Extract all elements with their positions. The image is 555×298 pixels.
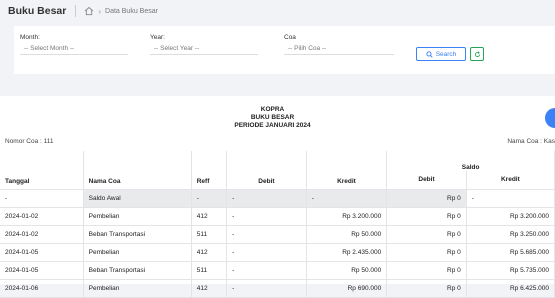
cell-nama-coa: Pembelian — [83, 279, 192, 298]
cell-nama-coa: Beban Transportasi — [83, 225, 192, 244]
cell-nama-coa: Saldo Awal — [83, 189, 192, 208]
cell-saldo-kredit: Rp 6.425.000 — [466, 279, 555, 298]
cell-reff: 412 — [191, 207, 228, 226]
refresh-icon — [474, 50, 480, 57]
cell-debit: - — [226, 225, 307, 244]
cell-nama-coa: Pembelian — [83, 207, 192, 226]
cell-debit: - — [226, 261, 307, 280]
cell-saldo-debit: Rp 0 — [386, 261, 467, 280]
cell-kredit: Rp 690.000 — [306, 279, 388, 298]
cell-kredit: Rp 50.000 — [306, 225, 388, 244]
report-period: PERIODE JANUARI 2024 — [234, 122, 311, 129]
breadcrumb-divider — [75, 5, 77, 17]
cell-kredit: Rp 3.200.000 — [306, 207, 388, 226]
report-title: BUKU BESAR — [250, 114, 295, 121]
filter-panel: Month: -- Select Month -- Year: -- Selec… — [14, 26, 555, 74]
table-row: 2024-01-06 Pembelian 412 - Rp 690.000 Rp… — [0, 279, 555, 298]
cell-debit: - — [226, 243, 307, 262]
coa-name: Nama Coa : Kas — [507, 138, 555, 145]
column-header: Kredit — [306, 151, 388, 190]
table-row: - Saldo Awal - - - Rp 0 - — [0, 189, 555, 208]
cell-kredit: Rp 2.435.000 — [306, 243, 388, 262]
coa-number: Nomor Coa : 111 — [5, 138, 54, 145]
cell-kredit: - — [306, 189, 388, 208]
company-name: KOPRA — [260, 106, 285, 113]
chevron-right-icon: › — [98, 6, 102, 16]
month-label: Month: — [20, 34, 40, 41]
year-select[interactable]: -- Select Year -- — [150, 43, 258, 55]
cell-tanggal: - — [0, 189, 84, 208]
cell-debit: - — [226, 279, 307, 298]
saldo-header: Saldo — [386, 151, 555, 171]
table-row: 2024-01-02 Beban Transportasi 511 - Rp 5… — [0, 225, 555, 244]
column-header: Nama Coa — [83, 151, 192, 190]
page-title: Buku Besar — [8, 5, 67, 17]
cell-saldo-kredit: - — [466, 189, 555, 208]
cell-tanggal: 2024-01-02 — [0, 225, 84, 244]
cell-nama-coa: Pembelian — [83, 243, 192, 262]
month-select[interactable]: -- Select Month -- — [20, 43, 128, 55]
coa-select[interactable]: -- Pilih Coa -- — [284, 43, 394, 55]
floating-action-button[interactable] — [545, 108, 555, 128]
coa-label: Coa — [284, 34, 296, 41]
cell-debit: - — [226, 207, 307, 226]
cell-nama-coa: Beban Transportasi — [83, 261, 192, 280]
cell-saldo-kredit: Rp 3.250.000 — [466, 225, 555, 244]
home-icon[interactable] — [84, 6, 94, 16]
column-header: Kredit — [466, 171, 555, 190]
ledger-table: Tanggal Nama Coa Reff Debit Kredit Saldo… — [0, 151, 555, 298]
cell-tanggal: 2024-01-05 — [0, 243, 84, 262]
cell-saldo-kredit: Rp 5.735.000 — [466, 261, 555, 280]
cell-tanggal: 2024-01-06 — [0, 279, 84, 298]
cell-reff: 412 — [191, 279, 228, 298]
ledger-report: KOPRA BUKU BESAR PERIODE JANUARI 2024 No… — [0, 96, 555, 298]
cell-saldo-debit: Rp 0 — [386, 279, 467, 298]
cell-tanggal: 2024-01-05 — [0, 261, 84, 280]
search-button[interactable]: Search — [416, 47, 466, 61]
cell-saldo-debit: Rp 0 — [386, 189, 467, 208]
cell-tanggal: 2024-01-02 — [0, 207, 84, 226]
cell-debit: - — [226, 189, 307, 208]
cell-kredit: Rp 50.000 — [306, 261, 388, 280]
cell-reff: 511 — [191, 261, 228, 280]
search-icon — [426, 50, 433, 58]
column-header: Debit — [226, 151, 307, 190]
table-row: 2024-01-05 Beban Transportasi 511 - Rp 5… — [0, 261, 555, 280]
cell-saldo-debit: Rp 0 — [386, 243, 467, 262]
year-label: Year: — [150, 34, 165, 41]
cell-reff: 511 — [191, 225, 228, 244]
report-header: KOPRA BUKU BESAR PERIODE JANUARI 2024 — [0, 106, 545, 130]
year-filter: Year: -- Select Year -- — [150, 34, 258, 55]
cell-reff: 412 — [191, 243, 228, 262]
column-header: Reff — [191, 151, 228, 190]
cell-reff: - — [191, 189, 228, 208]
column-header: Debit — [386, 171, 467, 190]
table-row: 2024-01-02 Pembelian 412 - Rp 3.200.000 … — [0, 207, 555, 226]
column-header: Tanggal — [0, 151, 84, 190]
cell-saldo-kredit: Rp 5.685.000 — [466, 243, 555, 262]
table-row: 2024-01-05 Pembelian 412 - Rp 2.435.000 … — [0, 243, 555, 262]
coa-filter: Coa -- Pilih Coa -- — [284, 34, 394, 55]
refresh-button[interactable] — [470, 47, 484, 61]
top-bar: Buku Besar › Data Buku Besar — [0, 0, 555, 22]
month-filter: Month: -- Select Month -- — [20, 34, 128, 55]
search-button-label: Search — [435, 50, 457, 58]
table-header-group-row: Tanggal Nama Coa Reff Debit Kredit Saldo — [0, 151, 555, 190]
cell-saldo-debit: Rp 0 — [386, 207, 467, 226]
cell-saldo-kredit: Rp 3.200.000 — [466, 207, 555, 226]
breadcrumb-current: Data Buku Besar — [105, 7, 158, 15]
cell-saldo-debit: Rp 0 — [386, 225, 467, 244]
